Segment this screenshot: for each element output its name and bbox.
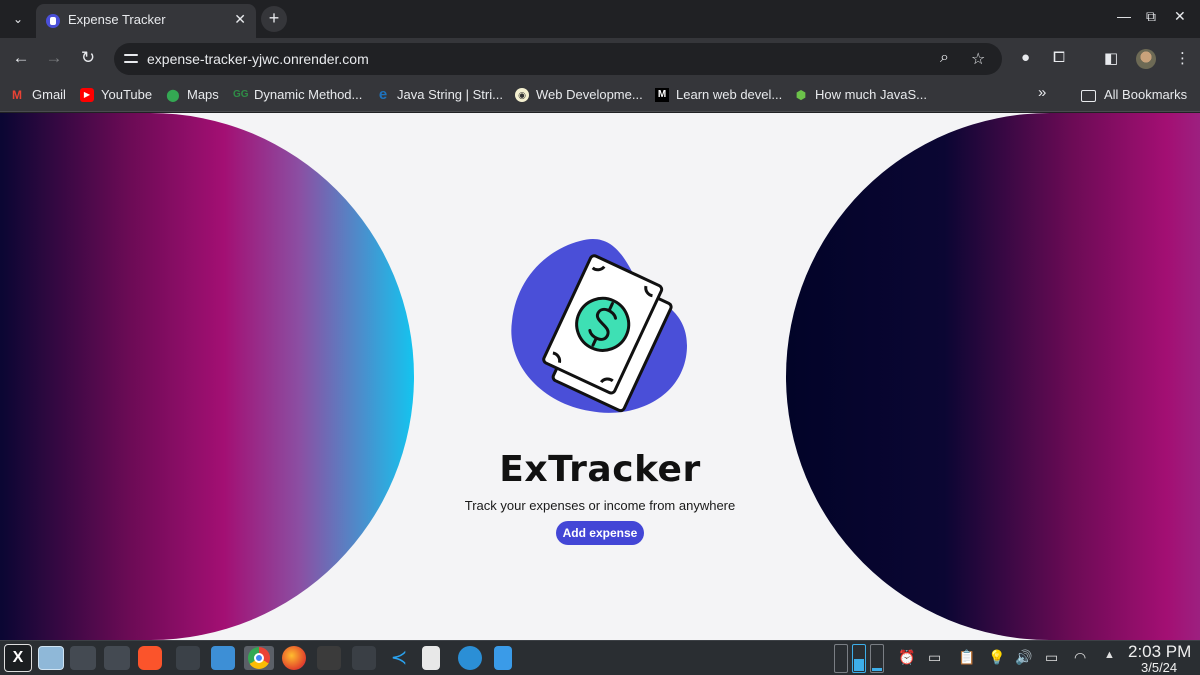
battery-icon[interactable]: ▭ [1045,649,1058,666]
gfg-icon: GG [233,89,249,100]
system-settings-icon[interactable] [104,646,130,670]
menu-kebab-icon[interactable]: ⋮ [1175,49,1190,67]
gmail-icon: M [12,88,22,102]
sublime-text-icon[interactable] [317,646,341,670]
tab-close-icon[interactable]: ✕ [234,11,246,28]
mdn-icon: M [655,88,669,102]
tab-favicon-icon [46,14,60,28]
profile-avatar[interactable] [1136,49,1156,69]
vscode-icon[interactable]: ≺ [387,646,411,670]
zoom-search-icon[interactable]: ⌕ [940,49,949,67]
bookmark-how-much-js[interactable]: How much JavaS... [815,87,927,102]
node-icon: ⬢ [795,88,807,102]
brand-title: ExTracker [499,449,701,490]
bookmark-gmail[interactable]: Gmail [32,87,66,102]
tab-expense-tracker[interactable]: Expense Tracker ✕ [36,4,256,38]
file-manager-icon[interactable] [211,646,235,670]
bookmark-star-icon[interactable]: ☆ [971,49,985,69]
chrome-active-icon[interactable] [244,646,274,670]
tagline: Track your expenses or income from anywh… [464,498,736,513]
firefox-icon[interactable] [282,646,306,670]
add-expense-button[interactable]: Add expense [556,521,644,545]
tab-search-button[interactable]: ⌄ [6,8,30,30]
tab-title: Expense Tracker [68,12,166,27]
extensions-puzzle-icon[interactable]: ⧠ [1053,49,1065,66]
money-bill-logo-icon [511,238,687,413]
tray-expand-icon[interactable]: ▲ [1104,649,1115,661]
tab-strip: ⌄ Expense Tracker ✕ + — ⧉ ✕ [0,0,1200,38]
bookmark-web-development[interactable]: Web Developme... [536,87,643,102]
reload-icon[interactable]: ↻ [77,48,99,68]
new-tab-button[interactable]: + [261,6,287,32]
text-editor-icon[interactable] [422,646,440,670]
brave-browser-icon[interactable] [138,646,162,670]
virtual-desktop-2[interactable] [852,644,866,673]
bookmark-learn-web-dev[interactable]: Learn web devel... [676,87,782,102]
bookmark-youtube[interactable]: YouTube [101,87,152,102]
web-dev-icon: ◉ [515,88,529,102]
virtual-desktop-1[interactable] [834,644,848,673]
forward-arrow-icon[interactable]: → [43,48,65,68]
page-content: ExTracker Track your expenses or income … [0,113,1200,640]
folder-icon [1081,90,1096,102]
console-icon[interactable]: ▭ [928,649,941,666]
virtual-desktop-3[interactable] [870,644,884,673]
minimize-icon[interactable]: — [1117,8,1131,24]
desktop-preview-icon[interactable] [38,646,64,670]
address-bar[interactable]: expense-tracker-yjwc.onrender.com ⌕ ☆ [114,43,1002,75]
all-bookmarks[interactable]: All Bookmarks [1104,87,1187,102]
bookmark-dynamic-method[interactable]: Dynamic Method... [254,87,362,102]
edureka-icon: e [378,86,388,103]
maps-icon: ⬤ [166,88,180,102]
url-text[interactable]: expense-tracker-yjwc.onrender.com [147,51,369,67]
network-app-icon[interactable] [458,646,482,670]
right-gradient-blob [786,113,1200,640]
alarm-icon[interactable]: ⏰ [898,649,915,666]
clock-date[interactable]: 3/5/24 [1141,660,1177,675]
back-arrow-icon[interactable]: ← [10,48,32,68]
terminal-icon[interactable] [352,646,376,670]
bookmark-maps[interactable]: Maps [187,87,219,102]
document-icon[interactable] [494,646,512,670]
bookmarks-bar: M Gmail ▶ YouTube ⬤ Maps GG Dynamic Meth… [0,80,1200,112]
lightbulb-icon[interactable]: 💡 [988,649,1005,666]
volume-icon[interactable]: 🔊 [1015,649,1032,666]
side-panel-icon[interactable]: ◧ [1104,49,1118,67]
clipboard-icon[interactable]: 📋 [958,649,975,666]
left-gradient-blob [0,113,414,640]
wifi-icon[interactable]: ◠ [1074,649,1086,666]
browser-toolbar: ← → ↻ expense-tracker-yjwc.onrender.com … [0,38,1200,80]
bookmark-java-string[interactable]: Java String | Stri... [397,87,503,102]
bookmarks-overflow-icon[interactable]: » [1038,84,1046,101]
app-launcher-icon[interactable]: X [4,644,32,672]
window-close-icon[interactable]: ✕ [1174,8,1186,25]
mixer-icon[interactable] [176,646,200,670]
settings-sliders-icon[interactable] [70,646,96,670]
youtube-icon: ▶ [80,88,94,102]
clock-time[interactable]: 2:03 PM [1128,642,1191,662]
extension-icon[interactable]: ● [1021,49,1030,66]
restore-icon[interactable]: ⧉ [1146,8,1156,25]
taskbar: X ≺ ⏰ ▭ 📋 💡 🔊 ▭ ◠ ▲ 2:03 PM 3/5/24 [0,640,1200,675]
site-info-icon[interactable] [122,50,140,68]
